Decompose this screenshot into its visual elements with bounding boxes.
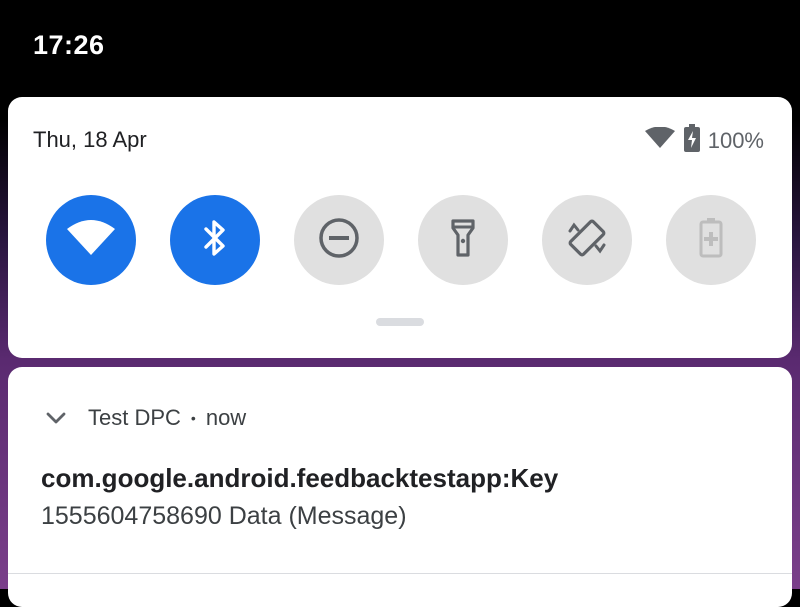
chevron-down-icon[interactable] [46, 405, 66, 431]
flashlight-icon [450, 218, 476, 263]
qs-drag-handle[interactable] [376, 318, 424, 326]
notification-card[interactable]: Test DPC • now com.google.android.feedba… [8, 367, 792, 607]
wifi-icon [65, 219, 117, 262]
bluetooth-icon [200, 218, 230, 263]
qs-status-icons: 100% [644, 124, 764, 158]
status-clock: 17:26 [33, 30, 105, 60]
status-bar: 17:26 [0, 0, 800, 96]
tile-battery-saver[interactable] [666, 195, 756, 285]
notification-time: now [205, 405, 247, 430]
notification-divider [8, 573, 792, 574]
quick-settings-panel: Thu, 18 Apr 100% [8, 97, 792, 358]
qs-date[interactable]: Thu, 18 Apr [33, 127, 147, 153]
notification-body: 1555604758690 Data (Message) [41, 502, 407, 530]
auto-rotate-icon [565, 216, 609, 265]
do-not-disturb-icon [317, 216, 361, 265]
notification-app-name: Test DPC [88, 405, 181, 430]
wifi-signal-icon [644, 126, 676, 155]
battery-charging-icon [683, 124, 700, 158]
tile-do-not-disturb[interactable] [294, 195, 384, 285]
tile-bluetooth[interactable] [170, 195, 260, 285]
notification-header: Test DPC • now [46, 405, 246, 431]
qs-tiles [46, 195, 756, 285]
tile-wifi[interactable] [46, 195, 136, 285]
notification-separator: • [190, 410, 196, 426]
tile-auto-rotate[interactable] [542, 195, 632, 285]
tile-flashlight[interactable] [418, 195, 508, 285]
notification-title: com.google.android.feedbacktestapp:Key [41, 463, 559, 493]
battery-percent: 100% [707, 128, 764, 153]
battery-saver-icon [699, 217, 723, 263]
